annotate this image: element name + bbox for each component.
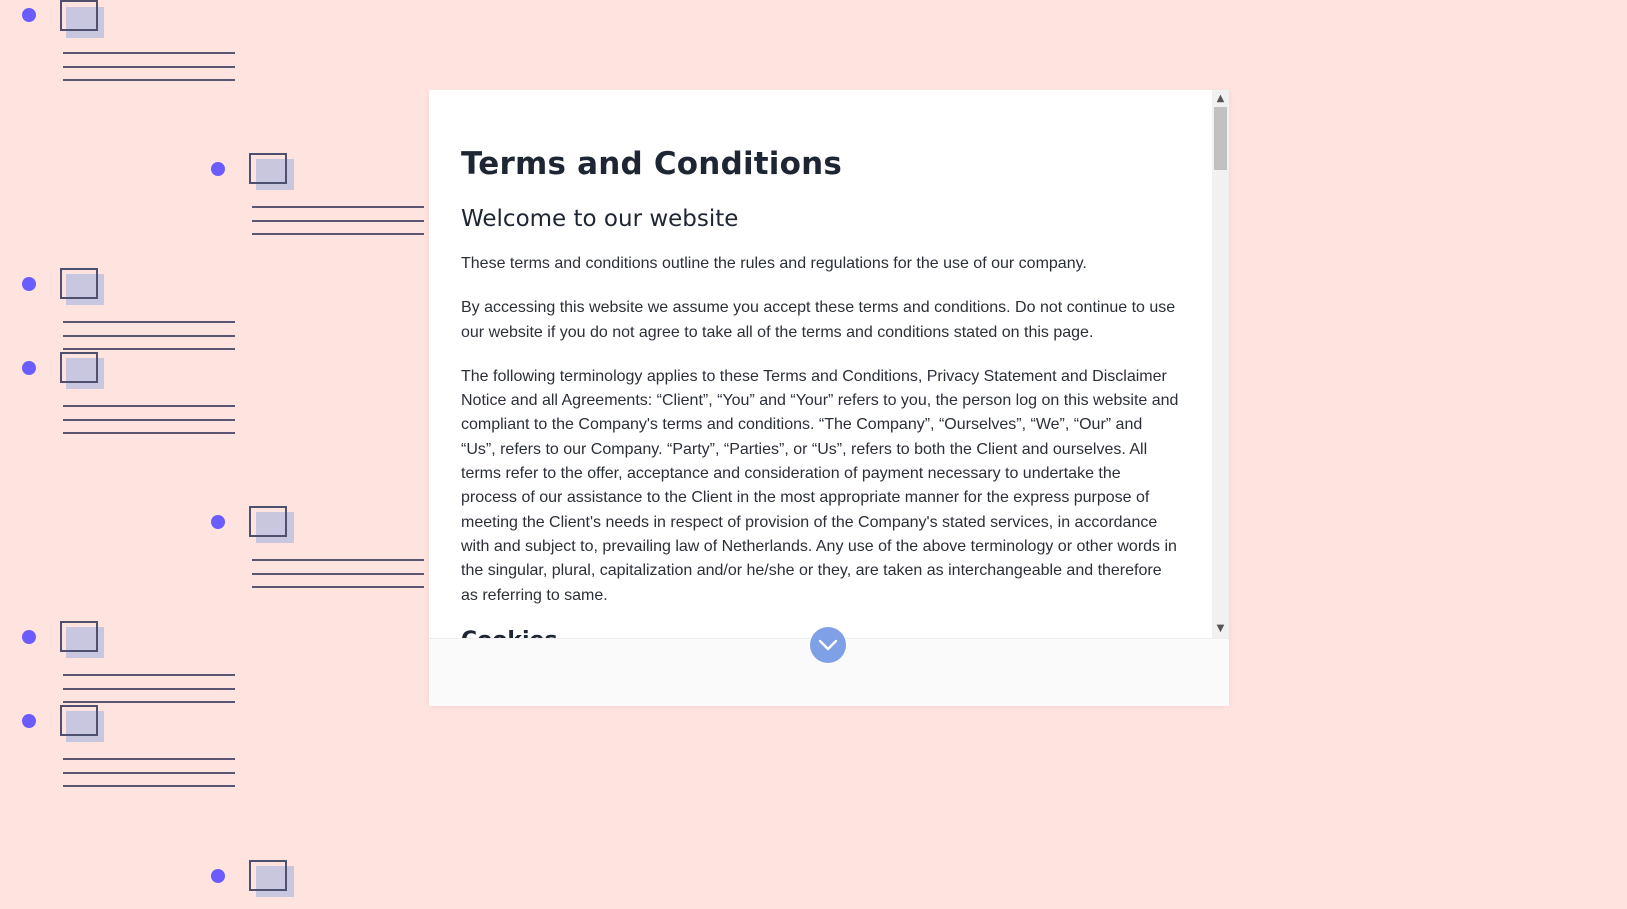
scroll-down-arrow-icon[interactable]: ▼: [1212, 622, 1229, 636]
terms-paragraph: These terms and conditions outline the r…: [461, 255, 1087, 272]
scroll-up-arrow-icon[interactable]: ▲: [1212, 92, 1229, 106]
decor-dot: [22, 361, 36, 375]
scrollbar[interactable]: ▲ ▼: [1212, 90, 1229, 638]
decor-dot: [211, 162, 225, 176]
decor-square: [60, 268, 98, 299]
scrollbar-thumb[interactable]: [1214, 107, 1227, 170]
decor-square: [60, 705, 98, 736]
decor-square: [249, 506, 287, 537]
chevron-down-icon: [818, 639, 838, 651]
decor-square: [60, 621, 98, 652]
modal-footer: [429, 627, 1229, 706]
modal-title: Terms and Conditions: [461, 146, 843, 182]
decor-dot: [22, 630, 36, 644]
terms-content[interactable]: Terms and Conditions Welcome to our webs…: [429, 90, 1211, 638]
decor-dot: [22, 277, 36, 291]
decor-dot: [22, 8, 36, 22]
terms-paragraph: By accessing this website we assume you …: [461, 299, 1176, 341]
terms-modal: Terms and Conditions Welcome to our webs…: [429, 90, 1229, 706]
decor-dot: [22, 714, 36, 728]
decor-square: [249, 153, 287, 184]
decor-square: [249, 860, 287, 891]
decor-dot: [211, 515, 225, 529]
modal-subtitle: Welcome to our website: [461, 206, 739, 232]
decor-square: [60, 0, 98, 31]
decor-square: [60, 352, 98, 383]
terms-paragraph: The following terminology applies to the…: [461, 367, 1179, 604]
decor-dot: [211, 869, 225, 883]
scroll-down-button[interactable]: [810, 627, 846, 663]
